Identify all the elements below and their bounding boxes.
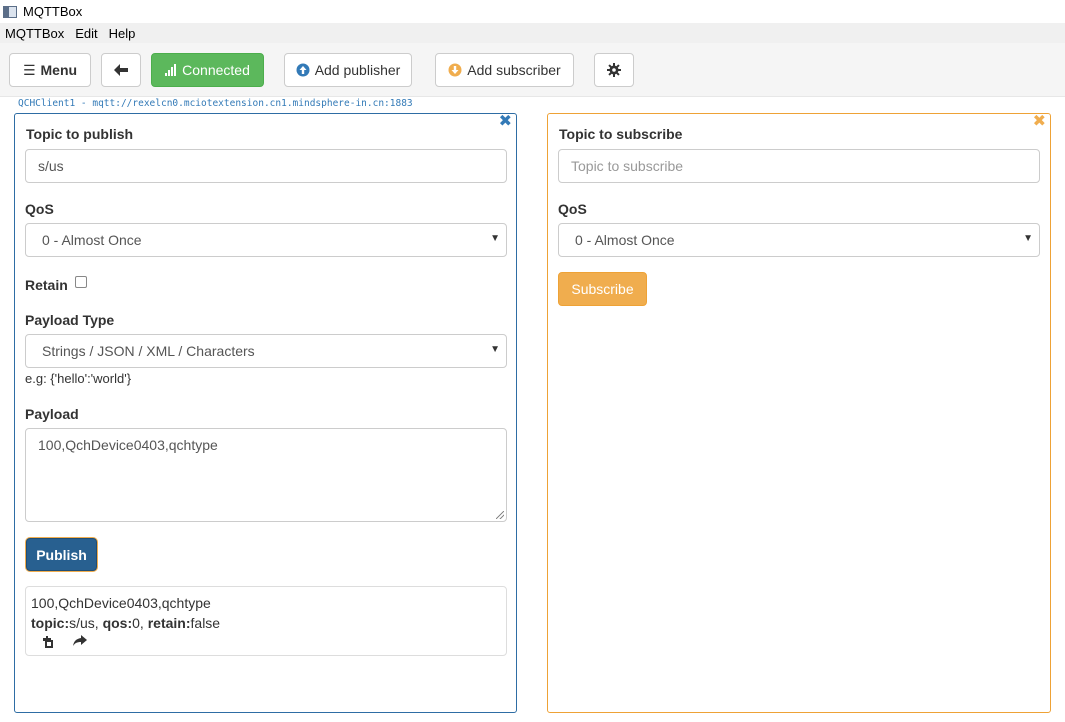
add-publisher-button[interactable]: Add publisher	[284, 53, 412, 87]
publisher-panel: ✖ Topic to publish s/us QoS 0 - Almost O…	[14, 113, 517, 713]
published-message: 100,QchDevice0403,qchtype topic:s/us, qo…	[25, 586, 507, 656]
add-subscriber-label: Add subscriber	[467, 62, 561, 78]
topic-subscribe-label: Topic to subscribe	[559, 126, 683, 142]
qos-select-value: 0 - Almost Once	[575, 232, 675, 248]
connection-url: QCHClient1 - mqtt://rexelcn0.mciotextens…	[18, 98, 413, 109]
payload-type-select[interactable]: Strings / JSON / XML / Characters ▼	[25, 334, 507, 368]
qos-select-value: 0 - Almost Once	[42, 232, 142, 248]
publish-button-label: Publish	[36, 546, 87, 563]
signal-icon	[165, 64, 177, 76]
message-payload: 100,QchDevice0403,qchtype	[31, 595, 211, 611]
qos-select[interactable]: 0 - Almost Once ▼	[25, 223, 507, 257]
topic-subscribe-placeholder: Topic to subscribe	[571, 158, 684, 174]
add-subscriber-button[interactable]: Add subscriber	[435, 53, 574, 87]
caret-down-icon: ▼	[1023, 233, 1033, 244]
menu-bar: MQTTBox Edit Help	[0, 23, 1065, 43]
menu-edit[interactable]: Edit	[70, 26, 103, 41]
payload-value: 100,QchDevice0403,qchtype	[38, 437, 218, 453]
retain-label: Retain	[25, 277, 68, 293]
back-button[interactable]	[101, 53, 141, 87]
subscriber-panel: ✖ Topic to subscribe Topic to subscribe …	[547, 113, 1051, 713]
topic-publish-value: s/us	[38, 158, 64, 174]
payload-textarea[interactable]: 100,QchDevice0403,qchtype	[25, 428, 507, 522]
arrow-circle-up-icon	[296, 63, 310, 77]
subscribe-button-label: Subscribe	[571, 281, 634, 297]
subscribe-button[interactable]: Subscribe	[558, 272, 647, 306]
topic-publish-label: Topic to publish	[26, 126, 134, 142]
publish-button[interactable]: Publish	[26, 538, 97, 571]
caret-down-icon: ▼	[490, 233, 500, 244]
arrow-circle-down-icon	[448, 63, 462, 77]
payload-label: Payload	[25, 406, 79, 422]
payload-hint: e.g: {'hello':'world'}	[25, 371, 132, 386]
message-meta: topic:s/us, qos:0, retain:false	[31, 615, 221, 631]
menu-button-label: Menu	[40, 62, 78, 78]
settings-button[interactable]	[594, 53, 634, 87]
payload-type-value: Strings / JSON / XML / Characters	[42, 343, 255, 359]
qos-label: QoS	[25, 201, 54, 217]
message-actions	[31, 635, 501, 649]
hamburger-icon: ☰	[22, 61, 36, 78]
share-arrow-icon[interactable]	[73, 635, 87, 647]
close-icon[interactable]: ✖	[499, 114, 512, 130]
payload-type-label: Payload Type	[25, 312, 115, 328]
connection-status-button[interactable]: Connected	[151, 53, 264, 87]
close-icon[interactable]: ✖	[1033, 114, 1046, 130]
menu-help[interactable]: Help	[104, 26, 142, 41]
menu-button[interactable]: ☰ Menu	[9, 53, 91, 87]
topic-publish-input[interactable]: s/us	[25, 149, 507, 183]
app-icon	[3, 5, 17, 18]
title-bar: MQTTBox	[0, 0, 1065, 23]
connection-status-label: Connected	[182, 62, 250, 78]
arrow-left-icon	[114, 64, 128, 76]
topic-subscribe-input[interactable]: Topic to subscribe	[558, 149, 1040, 183]
caret-down-icon: ▼	[490, 344, 500, 355]
gear-icon	[607, 63, 621, 77]
retain-checkbox[interactable]	[75, 276, 87, 288]
qos-select[interactable]: 0 - Almost Once ▼	[558, 223, 1040, 257]
window-title: MQTTBox	[23, 4, 83, 19]
toolbar: ☰ Menu Connected Add publisher Add subsc…	[0, 43, 1065, 97]
qos-label: QoS	[558, 201, 587, 217]
add-publisher-label: Add publisher	[314, 62, 401, 78]
republish-hand-icon[interactable]	[41, 635, 55, 649]
resize-handle-icon[interactable]	[496, 511, 504, 519]
menu-mqttbox[interactable]: MQTTBox	[0, 26, 70, 41]
